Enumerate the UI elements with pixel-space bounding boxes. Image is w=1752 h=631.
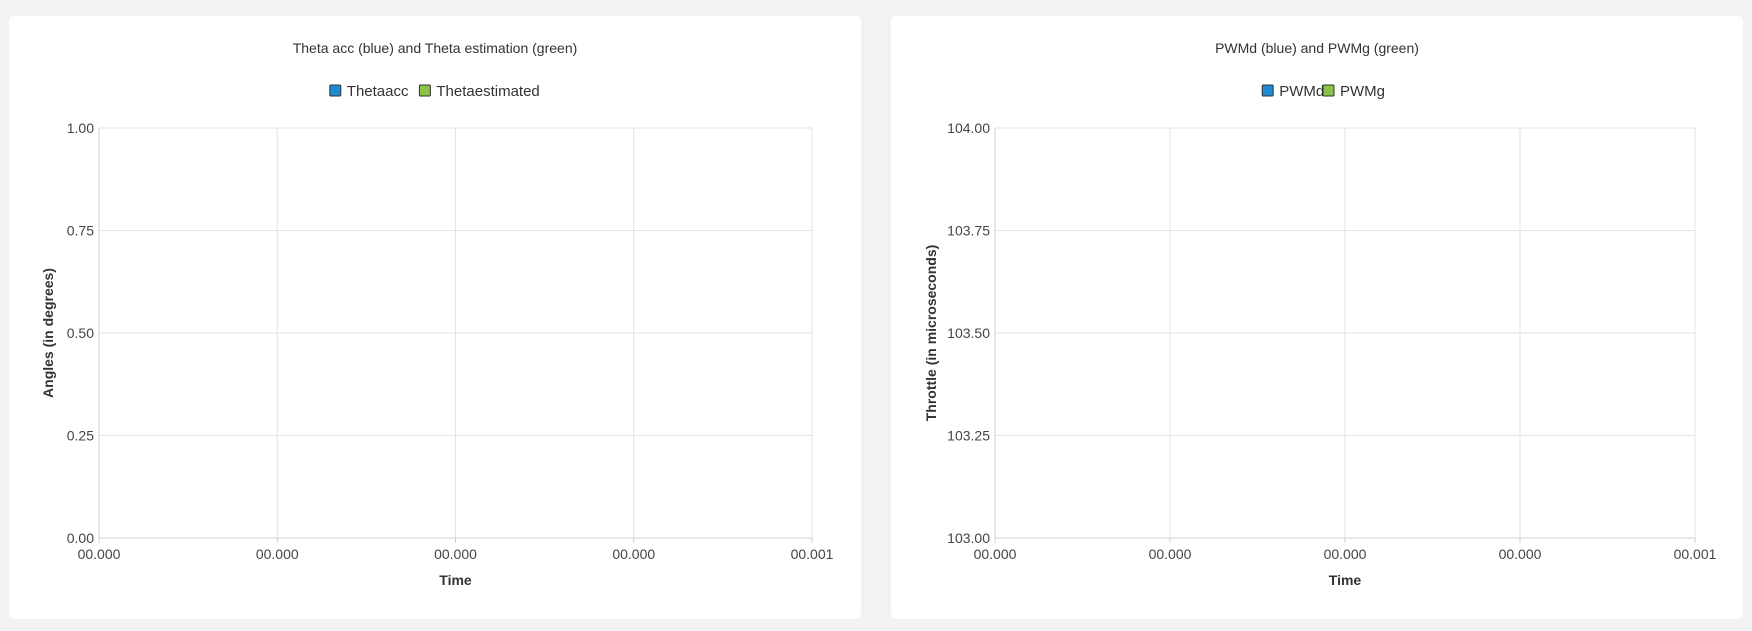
x-tick-label: 00.000: [434, 546, 477, 562]
y-tick-label: 0.00: [67, 530, 94, 546]
legend-swatch-pwmg: [1322, 84, 1335, 97]
pwm-chart: PWMd (blue) and PWMg (green) PWMd PWMg 104.…: [923, 40, 1717, 588]
y-tick-label: 103.75: [947, 223, 990, 239]
x-axis-title: Time: [439, 572, 472, 588]
x-tick-label: 00.000: [1499, 546, 1542, 562]
legend-label-pwmd: PWMd: [1279, 83, 1324, 100]
y-tick-label: 103.00: [947, 530, 990, 546]
chart-title: Theta acc (blue) and Theta estimation (g…: [293, 40, 578, 56]
y-tick-label: 0.25: [67, 428, 94, 444]
legend-label-thetaacc: Thetaacc: [347, 83, 409, 100]
legend-label-pwmg: PWMg: [1340, 83, 1385, 100]
pwm-chart-panel: PWMd (blue) and PWMg (green) PWMd PWMg 104.…: [891, 16, 1743, 619]
dashboard: Theta acc (blue) and Theta estimation (g…: [0, 0, 1752, 631]
legend-swatch-thetaacc: [329, 84, 342, 97]
legend-label-thetaestimated: Thetaestimated: [436, 83, 539, 100]
y-tick-label: 0.75: [67, 223, 94, 239]
x-tick-label: 00.000: [974, 546, 1017, 562]
theta-chart: Theta acc (blue) and Theta estimation (g…: [40, 40, 834, 588]
y-tick-label: 1.00: [67, 120, 94, 136]
x-tick-label: 00.000: [612, 546, 655, 562]
x-tick-label: 00.000: [1324, 546, 1367, 562]
x-tick-label: 00.001: [1674, 546, 1717, 562]
x-tick-label: 00.000: [1149, 546, 1192, 562]
legend: Thetaacc Thetaestimated: [329, 83, 540, 100]
y-tick-label: 103.50: [947, 325, 990, 341]
chart-title: PWMd (blue) and PWMg (green): [1215, 40, 1419, 56]
legend-swatch-thetaestimated: [418, 84, 431, 97]
legend-swatch-pwmd: [1261, 84, 1274, 97]
y-axis-title: Throttle (in microseconds): [923, 245, 939, 422]
legend: PWMd PWMg: [1261, 83, 1385, 100]
x-tick-label: 00.001: [791, 546, 834, 562]
y-tick-label: 104.00: [947, 120, 990, 136]
x-tick-label: 00.000: [78, 546, 121, 562]
y-tick-label: 0.50: [67, 325, 94, 341]
y-axis-title: Angles (in degrees): [40, 268, 56, 398]
x-tick-label: 00.000: [256, 546, 299, 562]
x-axis-title: Time: [1329, 572, 1362, 588]
theta-chart-panel: Theta acc (blue) and Theta estimation (g…: [9, 16, 861, 619]
y-tick-label: 103.25: [947, 428, 990, 444]
